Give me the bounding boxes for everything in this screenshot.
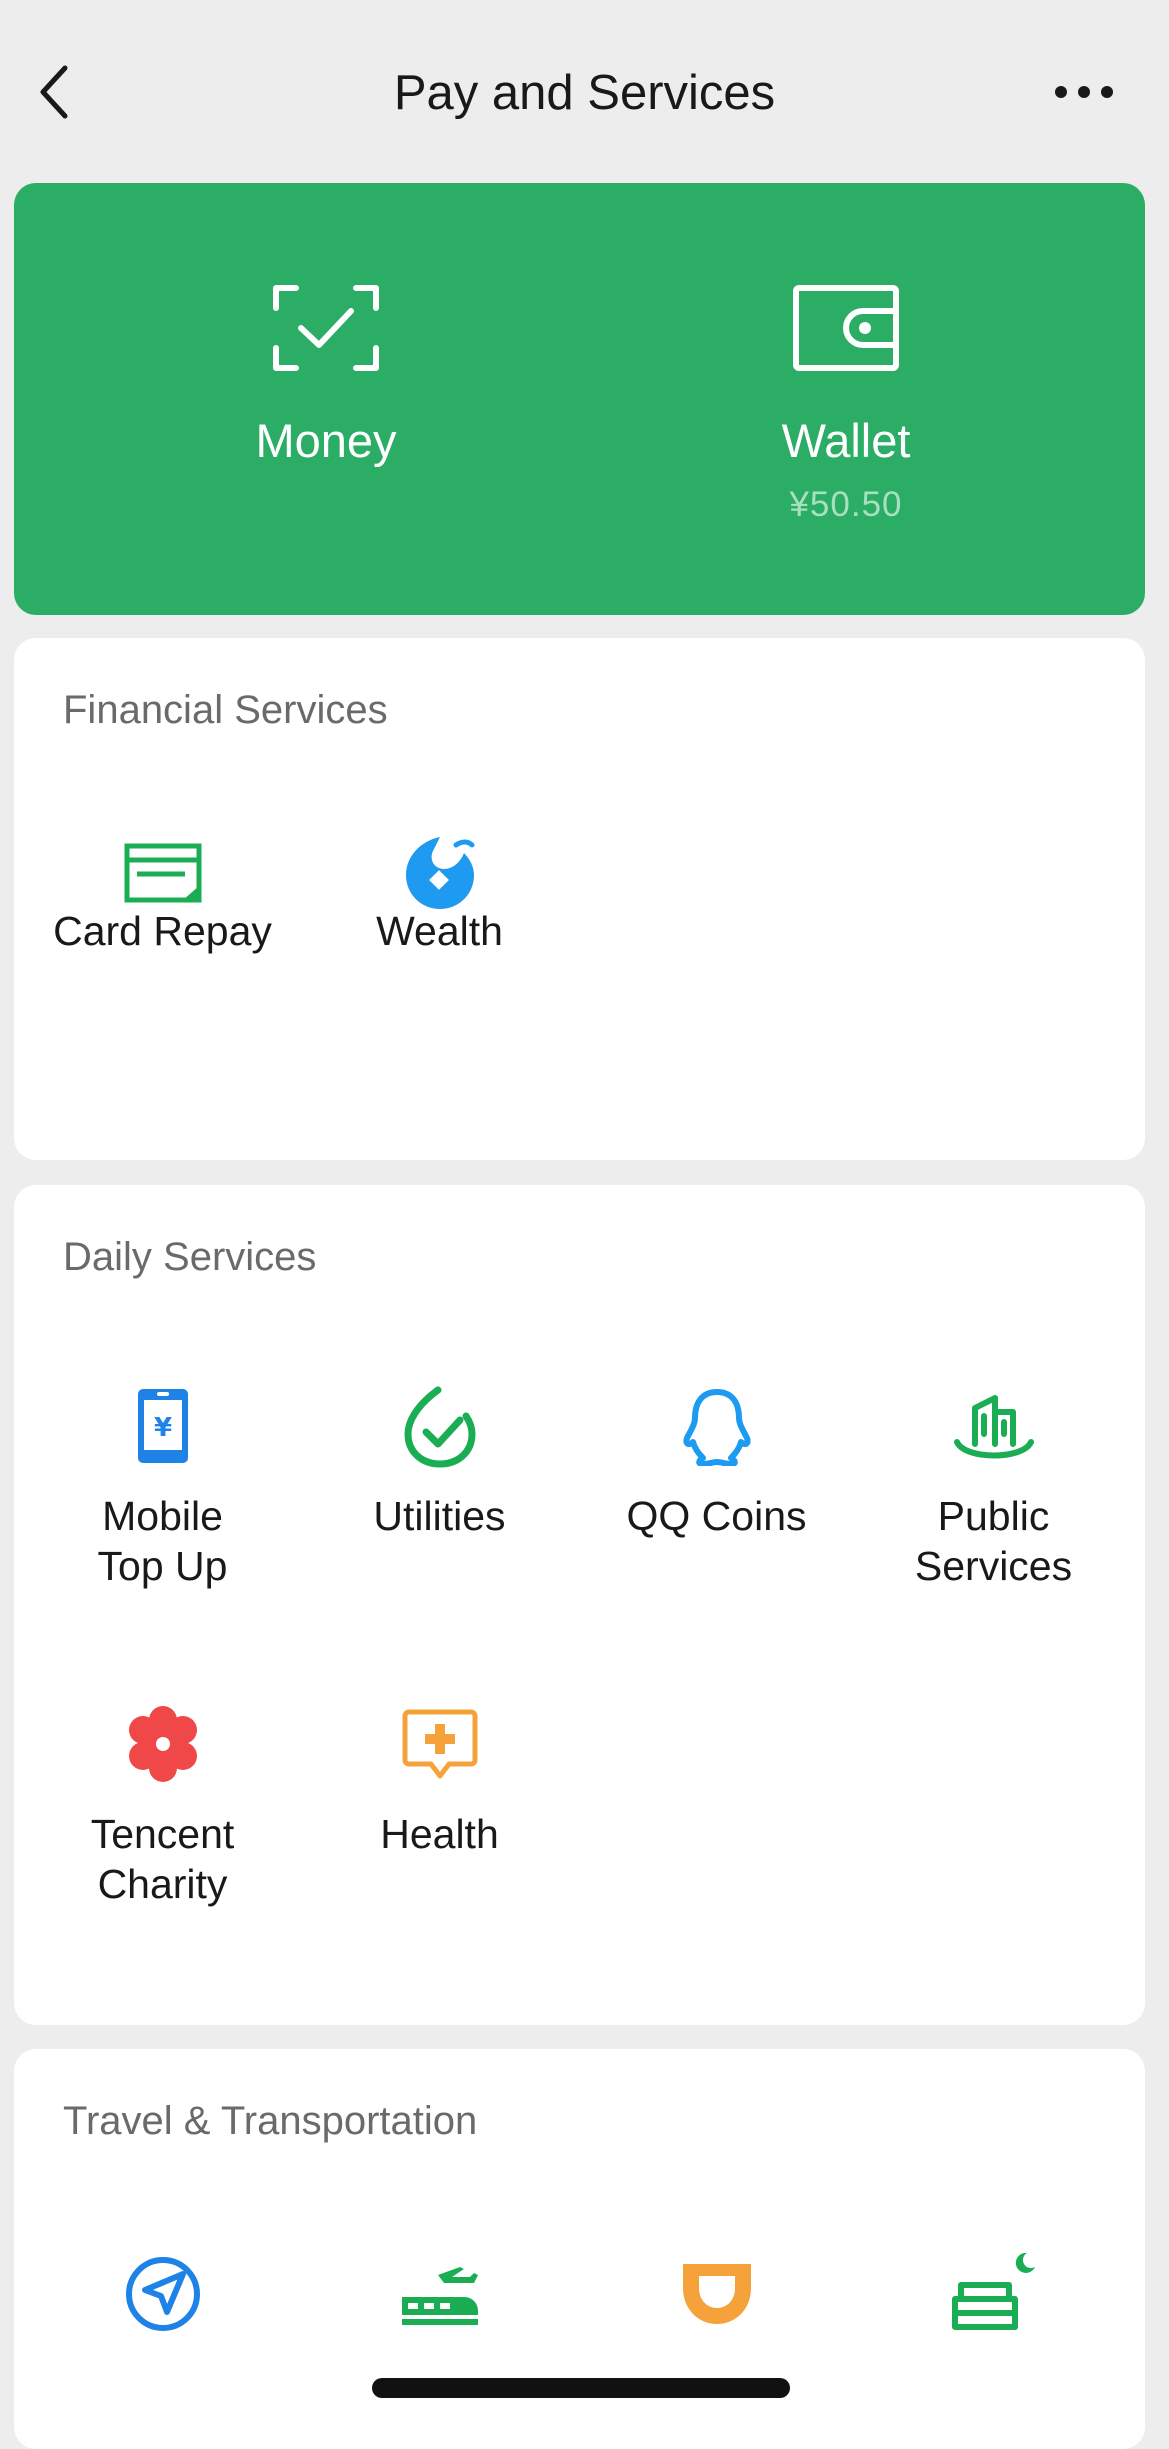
mobile-topup-icon: ¥ [137, 1389, 188, 1463]
navigation-arrow-icon [125, 2257, 200, 2331]
svg-text:¥: ¥ [153, 1413, 171, 1443]
wallet-balance: ¥50.50 [789, 485, 903, 524]
more-button[interactable] [1039, 62, 1129, 122]
tencent-charity-tile[interactable]: Tencent Charity [24, 1699, 301, 1919]
tile-label-line1: Tencent [90, 1811, 235, 1857]
health-icon [402, 1709, 477, 1779]
charity-flower-icon [128, 1706, 197, 1782]
daily-services-section: Daily Services ¥ Mobile Top Up Utilities [14, 1185, 1145, 2025]
wealth-icon [405, 837, 474, 909]
public-services-icon [953, 1395, 1034, 1459]
financial-services-section: Financial Services Card Repay Wealth [14, 638, 1145, 1160]
wallet-label: Wallet [781, 414, 911, 467]
scan-check-icon [273, 285, 379, 371]
card-repay-icon [124, 843, 201, 903]
public-services-tile[interactable]: Public Services [855, 1381, 1132, 1601]
wealth-tile[interactable]: Wealth [301, 828, 578, 958]
tile-label-line2: Charity [97, 1861, 228, 1907]
pay-card: Money Wallet ¥50.50 [14, 183, 1145, 615]
tile-label-line1: Mobile [102, 1493, 223, 1539]
wallet-button[interactable]: Wallet ¥50.50 [676, 183, 1016, 615]
qq-coins-tile[interactable]: QQ Coins [578, 1381, 855, 1601]
travel-tile-didi[interactable] [578, 2249, 855, 2369]
tile-label: Wealth [376, 908, 503, 954]
travel-tile-hotel[interactable] [855, 2249, 1132, 2369]
qq-penguin-icon [683, 1389, 750, 1466]
more-dots-icon [1055, 86, 1113, 98]
tile-label-line1: Health [380, 1811, 499, 1857]
page-title: Pay and Services [393, 66, 776, 120]
money-button[interactable]: Money [156, 183, 496, 615]
tile-label-line2: Services [914, 1543, 1073, 1589]
section-title: Financial Services [63, 688, 388, 732]
utilities-tile[interactable]: Utilities [301, 1381, 578, 1601]
wallet-icon [793, 285, 899, 371]
home-indicator [372, 2378, 790, 2398]
tile-label-line1: Public [937, 1493, 1050, 1539]
tile-label-line2: Top Up [97, 1543, 228, 1589]
travel-tile-navigation[interactable] [24, 2249, 301, 2369]
tile-label-line1: QQ Coins [626, 1493, 807, 1539]
section-title: Travel & Transportation [63, 2099, 478, 2143]
header: Pay and Services [0, 0, 1169, 183]
tile-label: Card Repay [53, 908, 272, 954]
tile-label-line1: Utilities [373, 1493, 506, 1539]
travel-tile-rail-flights[interactable] [301, 2249, 578, 2369]
utilities-icon [403, 1386, 476, 1468]
section-title: Daily Services [63, 1235, 317, 1279]
card-repay-tile[interactable]: Card Repay [24, 828, 301, 958]
didi-icon [682, 2264, 751, 2324]
mobile-top-up-tile[interactable]: ¥ Mobile Top Up [24, 1381, 301, 1601]
health-tile[interactable]: Health [301, 1699, 578, 1919]
train-plane-icon [401, 2267, 478, 2325]
hotel-bed-icon [951, 2252, 1035, 2330]
money-label: Money [255, 414, 397, 467]
